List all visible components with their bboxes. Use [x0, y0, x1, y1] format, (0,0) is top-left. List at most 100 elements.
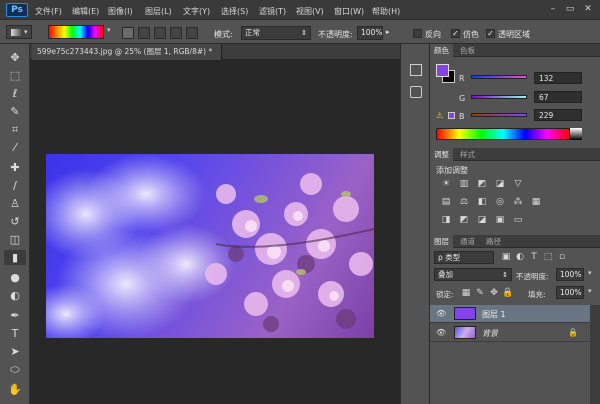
layer-row[interactable]: 👁 图层 1	[430, 305, 590, 323]
menu-filter[interactable]: 滤镜(T)	[259, 6, 286, 17]
menu-file[interactable]: 文件(F)	[35, 6, 62, 17]
r-slider[interactable]	[471, 75, 527, 79]
hand-tool-icon[interactable]: ✋	[4, 382, 26, 397]
layer-kind-filter[interactable]: ρ 类型	[434, 251, 494, 264]
chevron-down-icon[interactable]: ▾	[588, 269, 592, 277]
document-tab[interactable]: 599e75c273443.jpg @ 25% (图层 1, RGB/8#) *	[32, 44, 222, 60]
type-filter-icon[interactable]: T	[528, 252, 540, 263]
lasso-tool-icon[interactable]: ℓ	[4, 86, 26, 101]
menu-view[interactable]: 视图(V)	[296, 6, 324, 17]
clone-stamp-tool-icon[interactable]: ♙	[4, 196, 26, 211]
b-value[interactable]: 229	[534, 109, 582, 121]
menu-window[interactable]: 窗口(W)	[334, 6, 364, 17]
maximize-icon[interactable]: ▭	[563, 3, 577, 16]
linear-gradient-button[interactable]	[122, 27, 134, 39]
pixel-filter-icon[interactable]: ▣	[500, 252, 512, 263]
chevron-down-icon[interactable]: ▾	[107, 26, 111, 34]
tool-preset-picker[interactable]: ▾	[6, 25, 32, 39]
layer-opacity-field[interactable]: 100%	[556, 268, 584, 281]
layers-scrollbar[interactable]	[590, 305, 600, 404]
lock-position-icon[interactable]: ✥	[488, 288, 500, 299]
tab-swatches[interactable]: 色板	[456, 44, 479, 57]
diamond-gradient-button[interactable]	[186, 27, 198, 39]
opacity-field[interactable]: 100%	[357, 26, 383, 40]
reflected-gradient-button[interactable]	[170, 27, 182, 39]
b-slider[interactable]	[471, 113, 527, 117]
radial-gradient-button[interactable]	[138, 27, 150, 39]
path-select-tool-icon[interactable]: ➤	[4, 344, 26, 359]
tab-channels[interactable]: 通道	[456, 235, 479, 248]
black-white-icon[interactable]: ◧	[476, 197, 488, 208]
history-panel-icon[interactable]	[410, 64, 422, 76]
g-slider[interactable]	[471, 95, 527, 99]
blur-tool-icon[interactable]: ●	[4, 270, 26, 285]
channel-mixer-icon[interactable]: ⁂	[512, 197, 524, 208]
gradient-editor-swatch[interactable]	[48, 25, 104, 39]
menu-layer[interactable]: 图层(L)	[145, 6, 172, 17]
canvas-area[interactable]	[30, 60, 400, 404]
angle-gradient-button[interactable]	[154, 27, 166, 39]
g-value[interactable]: 67	[534, 91, 582, 103]
eyedropper-tool-icon[interactable]: ⁄	[4, 140, 26, 155]
reverse-checkbox[interactable]	[413, 29, 422, 38]
mode-select[interactable]: 正常 ⇕	[241, 26, 311, 40]
menu-edit[interactable]: 编辑(E)	[72, 6, 99, 17]
posterize-icon[interactable]: ◩	[458, 215, 470, 226]
dither-checkbox[interactable]: ✓	[451, 29, 460, 38]
crop-tool-icon[interactable]: ⌗	[4, 122, 26, 137]
black-white-ramp[interactable]	[570, 128, 582, 140]
eye-icon[interactable]: 👁	[436, 309, 446, 318]
menu-type[interactable]: 文字(Y)	[183, 6, 210, 17]
curves-icon[interactable]: ◩	[476, 179, 488, 190]
gradient-map-icon[interactable]: ▭	[512, 215, 524, 226]
minimize-icon[interactable]: –	[546, 3, 560, 16]
menu-help[interactable]: 帮助(H)	[372, 6, 400, 17]
tab-adjustments[interactable]: 调整	[430, 148, 453, 161]
lock-pixels-icon[interactable]: ✎	[474, 288, 486, 299]
quick-select-tool-icon[interactable]: ✎	[4, 104, 26, 119]
fill-field[interactable]: 100%	[556, 286, 584, 299]
lock-all-icon[interactable]: 🔒	[502, 288, 514, 299]
chevron-down-icon[interactable]: ▾	[588, 287, 592, 295]
tab-styles[interactable]: 样式	[456, 148, 479, 161]
menu-image[interactable]: 图像(I)	[108, 6, 133, 17]
color-balance-icon[interactable]: ⚖	[458, 197, 470, 208]
close-icon[interactable]: ✕	[581, 3, 595, 16]
blend-mode-select[interactable]: 叠加 ⇕	[434, 268, 512, 281]
gradient-tool-icon[interactable]: ▮	[4, 250, 26, 265]
history-brush-tool-icon[interactable]: ↺	[4, 214, 26, 229]
transparency-checkbox[interactable]: ✓	[486, 29, 495, 38]
chevron-right-icon[interactable]: ▸	[386, 28, 390, 36]
lock-transparency-icon[interactable]: ▦	[460, 288, 472, 299]
shape-filter-icon[interactable]: ⬚	[542, 252, 554, 263]
smart-object-filter-icon[interactable]: ▫	[556, 252, 568, 263]
menu-select[interactable]: 选择(S)	[221, 6, 248, 17]
tab-layers[interactable]: 图层	[430, 235, 453, 248]
dodge-tool-icon[interactable]: ◐	[4, 288, 26, 303]
foreground-color-swatch[interactable]	[436, 64, 449, 77]
invert-icon[interactable]: ◨	[440, 215, 452, 226]
threshold-icon[interactable]: ◪	[476, 215, 488, 226]
type-tool-icon[interactable]: T	[4, 326, 26, 341]
document-image[interactable]	[46, 154, 374, 338]
eraser-tool-icon[interactable]: ◫	[4, 232, 26, 247]
vibrance-icon[interactable]: ▽	[512, 179, 524, 190]
layer-row[interactable]: 👁 背景 🔒	[430, 324, 590, 342]
eye-icon[interactable]: 👁	[436, 328, 446, 337]
gamut-color-swatch[interactable]	[448, 112, 455, 119]
levels-icon[interactable]: ▥	[458, 179, 470, 190]
tab-paths[interactable]: 路径	[482, 235, 505, 248]
r-value[interactable]: 132	[534, 72, 582, 84]
move-tool-icon[interactable]: ✥	[4, 50, 26, 65]
color-lookup-icon[interactable]: ▦	[530, 197, 542, 208]
exposure-icon[interactable]: ◪	[494, 179, 506, 190]
color-spectrum-ramp[interactable]	[436, 128, 570, 140]
adjustment-filter-icon[interactable]: ◐	[514, 252, 526, 263]
brush-tool-icon[interactable]: ∕	[4, 178, 26, 193]
pen-tool-icon[interactable]: ✒	[4, 308, 26, 323]
marquee-tool-icon[interactable]: ⬚	[4, 68, 26, 83]
hue-saturation-icon[interactable]: ▤	[440, 197, 452, 208]
warning-icon[interactable]: ⚠	[436, 111, 443, 120]
tab-color[interactable]: 颜色	[430, 44, 453, 57]
selective-color-icon[interactable]: ▣	[494, 215, 506, 226]
